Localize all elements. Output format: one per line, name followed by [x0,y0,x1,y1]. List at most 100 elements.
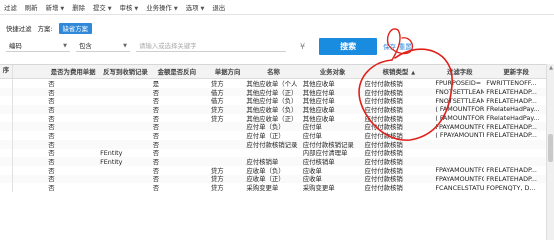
table-cell: ( FAMOUNTFOR [435,105,485,114]
table-row[interactable]: 否 否 贷方 应收单（负） 应收单 应付付款核销 FPAYAMOUNTFC FRELATEHA… [0,165,546,175]
table-cell: 否 [48,97,55,106]
row-number-cell [0,157,13,166]
chevron-down-icon: ▼ [173,5,178,12]
table-cell: 否 [152,175,160,184]
filter-bar: 编码 ▼ 包含 ▼ 请输入或选择关键字 ¥ 搜索 保存 重置 [6,37,412,55]
column-header[interactable]: 业务对象 [301,67,363,76]
scroll-up-icon[interactable]: ▲ [547,64,554,72]
column-header[interactable]: 过滤字段 [433,67,484,76]
scheme-bar: 快捷过滤 方案: 缺省方案 [6,22,98,34]
column-header[interactable]: 核销类型 ▲ [362,67,433,76]
table-cell: FNOTSETTLEAM [435,96,485,105]
table-cell: ( FAMOUNTFOR [435,114,485,123]
table-cell: 应收单（正） [246,175,285,184]
table-header: 序 是否为费用单据 反写到收销记录 金额是否反向 单据方向 名称 业务对象 核销类型 ▲ 过滤字段… [0,65,546,79]
table-cell: 否 [48,149,55,158]
clear-icon[interactable]: ¥ [300,42,305,51]
keyword-input[interactable]: 请输入或选择关键字 [136,40,286,52]
operator-select[interactable]: 包含 ▼ [76,40,130,52]
table-cell: 应付付款核销 [364,131,403,140]
table-cell: FRELATEHADP... [486,166,537,175]
table-cell: 否 [152,149,160,158]
row-number-cell [0,165,13,175]
toolbar-item[interactable]: 选项 ▼ [182,3,209,12]
table-cell: 应付单 [302,131,322,140]
table-cell: 否 [48,184,55,193]
column-header[interactable]: 反写到收销记录 [98,67,151,76]
row-number-header: 序 [0,65,13,78]
table-cell: 否 [152,123,160,132]
table-cell: 应付单（负） [246,123,285,132]
table-cell: 内部应付清理单 [302,149,348,158]
table-cell: 应收单 [302,166,322,175]
table-cell: 否 [152,114,160,123]
toolbar-item[interactable]: 审核 ▼ [116,3,143,12]
operator-select-value: 包含 [79,42,92,50]
column-header-label: 单据方向 [214,68,241,76]
toolbar: 过滤 刷新 新增 ▼ 删除 提交 ▼ 审核 ▼ 业务操作 ▼ 选项 ▼ 退出 [0,0,554,15]
toolbar-item[interactable]: 新增 ▼ [42,3,69,12]
chevron-down-icon: ▼ [60,5,65,12]
column-header-label: 过滤字段 [446,68,473,76]
toolbar-item[interactable]: 刷新 [21,3,42,12]
table-cell: 否 [48,131,55,140]
toolbar-item[interactable]: 删除 [68,3,89,12]
field-select[interactable]: 编码 ▼ [6,40,70,52]
reset-link[interactable]: 重置 [399,42,412,51]
table-cell: 贷方 [210,105,224,114]
column-header[interactable]: 单据方向 [201,67,245,76]
table-cell: 其他应收单 [302,79,335,88]
table-cell: 否 [48,158,55,167]
column-header[interactable]: 名称 [244,67,300,76]
row-number-cell [0,148,13,158]
save-link[interactable]: 保存 [383,42,396,51]
table-row[interactable]: 否 否 借方 其他应付单（正） 其他应付单 应付付款核销 FNOTSETTLEAM FRELA… [0,87,546,97]
table-row[interactable]: 否 FEntity 否 应付核销单 应付核销单 应付付款核销 [0,157,546,166]
table-cell: FPAYAMOUNTFC [435,166,485,175]
table-cell: 其他应收单（正） [246,114,298,123]
table-row[interactable]: 否 否 贷方 其他应收单（负） 其他应收单 应付付款核销 ( FAMOUNTFOR FRela… [0,105,546,114]
table-cell: 应付单（正） [246,131,285,140]
table-cell: 否 [152,158,160,167]
toolbar-item[interactable]: 业务操作 ▼ [142,3,181,12]
column-header[interactable]: 是否为费用单据 [46,67,98,76]
table-cell: FRelateHadPay... [486,105,540,114]
table-row[interactable]: 否 否 应付单（正） 应付单 应付付款核销 ( FPAYAMOUNTF FRELATEHAD… [0,131,546,140]
table-cell: 应付付款核销 [364,175,403,184]
search-button[interactable]: 搜索 [319,37,378,55]
table-cell: 否 [48,175,55,184]
column-header[interactable]: 金额是否反向 [151,67,201,76]
table-row[interactable]: 否 否 应付付款核销记录 应付付款核销记录 应付付款核销 [0,139,546,149]
scrollbar-thumb[interactable] [548,134,553,162]
table-row[interactable]: 否 否 贷方 采购变更单 采购变更单 应付付款核销 FCANCELSTATU FOPENQTY… [0,183,546,192]
table-cell: 应付付款核销 [364,79,403,88]
toolbar-item-label: 业务操作 [146,3,172,12]
column-header[interactable]: 更新字段 [484,67,546,76]
default-scheme-button[interactable]: 缺省方案 [58,22,93,34]
toolbar-item[interactable]: 提交 ▼ [89,3,116,12]
table-row[interactable]: 否 否 贷方 应收单（正） 应收单 应付付款核销 FPAYAMOUNTFC FRELATEHA… [0,174,546,184]
table-cell: 否 [48,123,55,132]
toolbar-item-label: 删除 [72,3,85,12]
table-cell: 贷方 [210,114,224,123]
row-number-cell [0,174,13,184]
table-cell: 应付付款核销 [364,166,403,175]
toolbar-item[interactable]: 过滤 [0,3,21,12]
vertical-scrollbar[interactable]: ▲ [546,64,554,240]
table-cell: FOPENQTY, D... [486,183,536,192]
table-row[interactable]: 否 否 借方 其他应付单（负） 其他应付单 应付付款核销 FNOTSETTLEAM FRELA… [0,96,546,105]
table-cell: 采购变更单 [246,184,279,193]
table-row[interactable]: 否 是 贷方 其他应收单（个人 其他应收单 应付付款核销 FPURPOSEID= FWRITT… [0,79,546,88]
table-cell: 否 [152,97,160,106]
column-header-label: 业务对象 [319,68,346,76]
scheme-label: 方案: [37,24,53,33]
column-header-label: 核销类型 [382,68,409,76]
table-row[interactable]: 否 否 应付单（负） 应付单 应付付款核销 FPAYAMOUNTFC FRELATEHADP… [0,122,546,131]
table-cell: FCANCELSTATU [435,183,485,192]
toolbar-item-label: 过滤 [4,3,17,12]
table-row[interactable]: 否 FEntity 否 内部应付清理单 应付付款核销 [0,148,546,158]
toolbar-item[interactable]: 退出 [208,3,229,12]
sort-asc-icon[interactable]: ▲ [411,70,415,76]
table-row[interactable]: 否 否 贷方 其他应收单（正） 其他应收单 应付付款核销 ( FAMOUNTFOR FRela… [0,113,546,123]
table-cell: 应付付款核销 [364,123,403,132]
